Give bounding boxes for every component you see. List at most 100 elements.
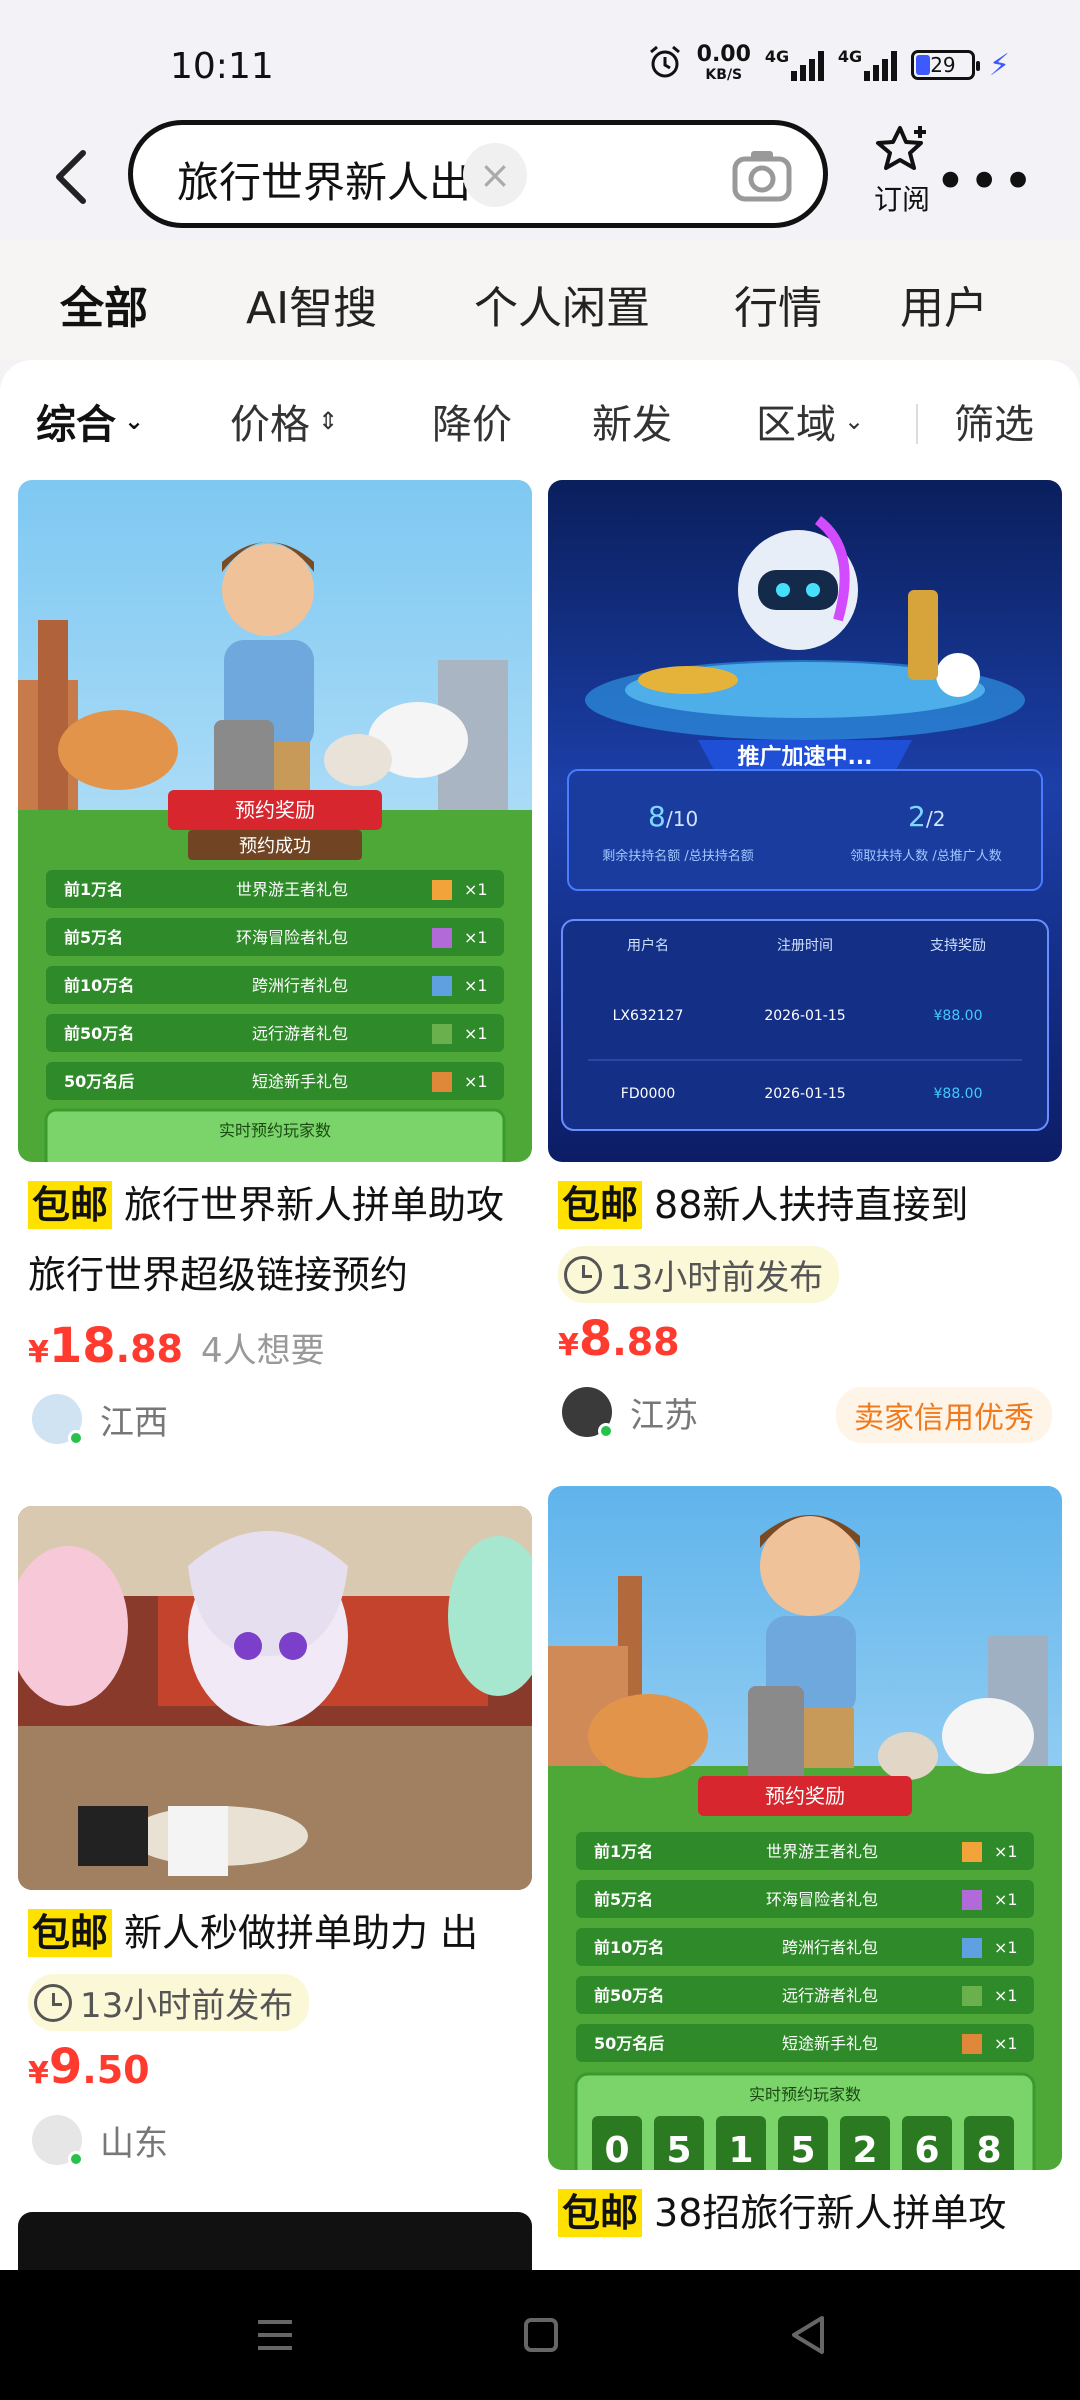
subscribe-button[interactable]: 订阅 [862,124,942,218]
reward-item: 跨洲行者礼包 [252,976,348,995]
battery-icon: 29 [910,50,980,80]
reward-qty: ×1 [464,928,488,947]
more-options-button[interactable]: ••• [934,150,1036,213]
product-card[interactable]: 包邮 新人秒做拼单助力 出 13小时前发布 ¥9.50 山东 [18,1506,532,2167]
reward-rank: 前50万名 [64,1024,134,1043]
counter-digit: 0 [604,2130,629,2170]
counter-digit: 6 [914,2130,939,2170]
product-image [18,1506,532,1890]
filter-comprehensive[interactable]: 综合 ⌄ [36,392,144,450]
reward-rank: 50万名后 [64,1072,134,1091]
published-time: 13小时前发布 [558,1246,840,1303]
subscribe-label: 订阅 [873,183,930,216]
price-row: ¥18.88 4人想要 [18,1318,532,1374]
reward-rank: 前10万名 [594,1938,664,1957]
reward-item: 环海冒险者礼包 [766,1890,878,1909]
menu-button[interactable] [250,2310,300,2360]
filter-region[interactable]: 区域 ⌄ [756,392,864,450]
more-icon: ••• [934,150,1036,213]
avatar [32,2115,84,2167]
tab-all[interactable]: 全部 [56,272,152,336]
chevron-down-icon: ⌄ [844,407,865,435]
chevron-down-icon: ⌄ [124,407,145,435]
reward-item: 世界游王者礼包 [766,1842,878,1861]
seller-credit-badge: 卖家信用优秀 [836,1387,1052,1443]
tab-market[interactable]: 行情 [734,272,822,336]
status-bar: 10:11 0.00 KB/S 4G 4G 29 ⚡ [0,0,1080,120]
signal-icon: 4G [838,47,897,81]
filter-price[interactable]: 价格 ⇕ [230,392,338,450]
search-input[interactable]: 旅行世界新人出 × [128,120,828,228]
tab-ai-search[interactable]: AI智搜 [246,272,377,336]
stat-label: 剩余扶持名额 /总扶持名额 [602,848,754,864]
reward-item: 远行游者礼包 [252,1024,348,1043]
back-triangle-icon [792,2316,824,2354]
back-arrow-icon [56,150,86,204]
camera-button[interactable] [731,147,793,203]
online-dot [598,1423,614,1439]
counter-digit: 8 [976,2130,1001,2170]
reward-qty: ×1 [464,1072,488,1091]
home-button[interactable] [516,2310,566,2360]
reward-qty: ×1 [464,976,488,995]
reward-item: 短途新手礼包 [782,2034,878,2053]
price-row: ¥9.50 [18,2039,532,2095]
star-plus-icon [876,126,926,170]
price: ¥9.50 [28,2039,150,2095]
product-card[interactable]: 推广加速中... 8 /10 剩余扶持名额 /总扶持名额 2 /2 领取扶持人数… [548,480,1062,1443]
product-image: 预约奖励 预约成功 前1万名 世界游王者礼包 ×1 前5万名 环海冒险者礼包 ×… [18,480,532,1162]
sort-icon: ⇕ [318,407,339,435]
back-button[interactable] [46,142,96,212]
reward-rank: 前50万名 [594,1986,664,2005]
clock-icon [34,1983,72,2022]
game-banner: 预约奖励 [235,798,315,822]
product-card[interactable] [18,2212,532,2270]
reward-qty: ×1 [994,1986,1018,2005]
close-icon: × [479,153,511,197]
table-cell: 2026-01-15 [764,1008,845,1024]
back-nav-button[interactable] [784,2310,834,2360]
filter-price-drop[interactable]: 降价 [432,392,512,450]
reward-item: 跨洲行者礼包 [782,1938,878,1957]
product-card[interactable]: 预约奖励 预约成功 前1万名 世界游王者礼包 ×1 前5万名 环海冒险者礼包 ×… [18,480,532,1446]
reward-rank: 50万名后 [594,2034,664,2053]
filter-new[interactable]: 新发 [592,392,672,450]
table-cell: LX632127 [613,1008,684,1024]
menu-icon [258,2320,292,2350]
free-shipping-tag: 包邮 [28,1909,113,1957]
counter-label: 实时预约玩家数 [749,2085,861,2104]
game-banner-sub: 预约成功 [239,836,311,857]
product-title: 包邮 88新人扶持直接到 [548,1170,1062,1240]
product-card[interactable]: 预约奖励 前1万名 世界游王者礼包 ×1 前5万名 环海冒险者礼包 ×1 前10… [548,1486,1062,2248]
price: ¥18.88 [28,1318,183,1374]
free-shipping-tag: 包邮 [558,1181,643,1229]
product-feed: 预约奖励 预约成功 前1万名 世界游王者礼包 ×1 前5万名 环海冒险者礼包 ×… [0,460,1080,2270]
divider [916,404,918,444]
clear-search-button[interactable]: × [463,143,527,207]
tab-personal-idle[interactable]: 个人闲置 [474,272,650,336]
price: ¥8.88 [558,1311,680,1367]
product-title: 包邮 38招旅行新人拼单攻 [548,2178,1062,2248]
camera-icon [732,151,792,202]
free-shipping-tag: 包邮 [28,1181,113,1229]
reward-rank: 前10万名 [64,976,134,995]
filter-screen[interactable]: 筛选 [954,392,1034,450]
reward-item: 远行游者礼包 [782,1986,878,2005]
product-title: 包邮 新人秒做拼单助力 出 [18,1898,532,1968]
seller-row: 山东 [18,2115,532,2167]
published-time: 13小时前发布 [28,1974,310,2031]
table-cell: 2026-01-15 [764,1086,845,1102]
tab-users[interactable]: 用户 [900,272,988,336]
table-header: 支持奖励 [930,937,986,954]
counter-digit: 5 [666,2130,691,2170]
seller-location: 山东 [100,2123,168,2164]
seller-row: 江西 [18,1394,532,1446]
counter-label: 实时预约玩家数 [219,1121,331,1140]
counter-digit: 2 [852,2130,877,2170]
counter-digit: 5 [790,2130,815,2170]
reward-qty: ×1 [994,2034,1018,2053]
reward-qty: ×1 [464,1024,488,1043]
clock-icon [564,1255,602,1294]
reward-item: 短途新手礼包 [252,1072,348,1091]
stat-label: 领取扶持人数 /总推广人数 [850,849,1002,864]
